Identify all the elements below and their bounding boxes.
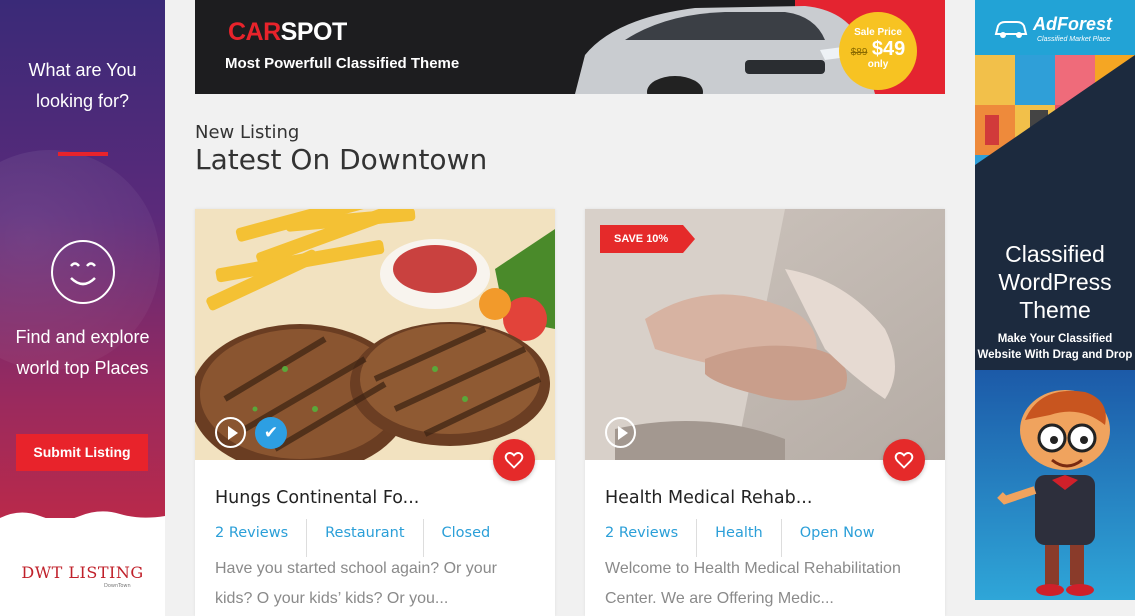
adforest-logo: AdForest: [1033, 14, 1113, 34]
old-price: $89: [850, 47, 868, 58]
new-price: $49: [871, 38, 906, 60]
adforest-header: AdForest Classified Market Place: [975, 0, 1135, 55]
favorite-heart-button[interactable]: [883, 439, 925, 481]
listing-meta: 2 Reviews Health Open Now: [605, 519, 911, 557]
discount-badge: SAVE 10%: [600, 225, 696, 253]
category-link[interactable]: Health: [715, 519, 782, 557]
listing-card[interactable]: SAVE 10% Health Medical Rehab... 2 Revie…: [585, 209, 945, 616]
section-subtitle: New Listing: [195, 122, 300, 143]
section-heading: New Listing Latest On Downtown: [195, 122, 487, 176]
ad-heading: Classified WordPress Theme: [998, 241, 1112, 323]
ad-tagline: Find and explore world top Places: [15, 327, 150, 378]
ad-desc: Make Your Classified Website With Drag a…: [977, 333, 1133, 361]
cartoon-character: [997, 390, 1110, 596]
status-label: Open Now: [799, 525, 875, 541]
car-outline-icon: [994, 21, 1028, 38]
verified-check-icon: ✔: [255, 417, 287, 449]
listing-card[interactable]: ✔ Hungs Continental Fo... 2 Reviews Rest…: [195, 209, 555, 616]
listing-excerpt: Welcome to Health Medical Rehabilitation…: [605, 560, 901, 607]
ad-question: What are You looking for?: [28, 60, 137, 111]
listing-excerpt: Have you started school again? Or your k…: [215, 560, 497, 607]
submit-listing-button[interactable]: Submit Listing: [16, 434, 148, 471]
listing-image[interactable]: [195, 209, 555, 460]
appliances-graphic: [975, 55, 1135, 255]
price-badge: Sale Price $89 $49 only: [839, 12, 917, 90]
dwt-logo-sub: DownTown: [104, 583, 131, 589]
smiley-icon: [51, 240, 115, 304]
play-video-icon[interactable]: [215, 417, 246, 448]
listing-title[interactable]: Hungs Continental Fo...: [215, 488, 419, 508]
banner-tagline: Most Powerfull Classified Theme: [225, 55, 460, 72]
carspot-logo: CARSPOT: [228, 18, 347, 47]
status-label: Closed: [441, 525, 491, 541]
only-label: only: [867, 59, 889, 70]
left-sidebar-ad[interactable]: What are You looking for? Find and explo…: [0, 0, 165, 616]
listing-title[interactable]: Health Medical Rehab...: [605, 488, 812, 508]
listing-meta: 2 Reviews Restaurant Closed: [215, 519, 526, 557]
heart-icon: [894, 452, 914, 469]
reviews-link[interactable]: 2 Reviews: [215, 519, 308, 557]
favorite-heart-button[interactable]: [493, 439, 535, 481]
logo-car: CAR: [228, 18, 281, 46]
car-image: [575, 6, 875, 94]
reviews-link[interactable]: 2 Reviews: [605, 519, 698, 557]
category-link[interactable]: Restaurant: [325, 519, 424, 557]
divider: [58, 152, 108, 156]
right-sidebar-ad[interactable]: AdForest Classified Market Place Classif…: [975, 0, 1135, 600]
logo-spot: SPOT: [280, 18, 348, 46]
play-video-icon[interactable]: [605, 417, 636, 448]
carspot-banner-ad[interactable]: CARSPOT Most Powerfull Classified Theme …: [195, 0, 945, 94]
sale-price-label: Sale Price: [854, 27, 902, 38]
section-title: Latest On Downtown: [195, 143, 488, 176]
adforest-sub: Classified Market Place: [1037, 36, 1111, 43]
heart-icon: [504, 452, 524, 469]
dwt-logo: DWT LISTING: [21, 563, 144, 582]
